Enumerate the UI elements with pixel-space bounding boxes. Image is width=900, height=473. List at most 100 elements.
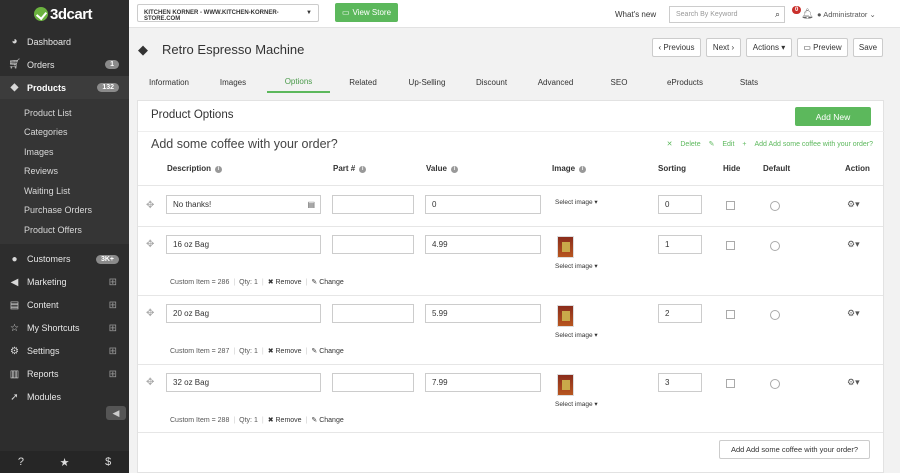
- gear-icon[interactable]: ⚙▾: [847, 199, 860, 210]
- sidebar-item-orders[interactable]: 🛒︎ Orders 1: [0, 53, 129, 76]
- select-image-dropdown[interactable]: Select image ▾: [555, 400, 598, 408]
- gear-icon[interactable]: ⚙▾: [847, 377, 860, 388]
- add-option-item-button[interactable]: Add Add some coffee with your order?: [719, 440, 870, 459]
- whats-new-link[interactable]: What's new: [615, 10, 656, 19]
- part-input[interactable]: [332, 373, 414, 392]
- delete-group-link[interactable]: ✕ Delete: [667, 141, 701, 148]
- editor-icon[interactable]: ▤: [307, 200, 315, 209]
- description-input[interactable]: 16 oz Bag: [166, 235, 321, 254]
- product-thumbnail[interactable]: [557, 374, 574, 396]
- part-input[interactable]: [332, 195, 414, 214]
- sorting-input[interactable]: 1: [658, 235, 702, 254]
- store-select[interactable]: KITCHEN KORNER - WWW.KITCHEN-KORNER-STOR…: [137, 4, 319, 22]
- remove-link[interactable]: ✖ Remove: [268, 279, 302, 286]
- tab-eproducts[interactable]: eProducts: [655, 71, 715, 93]
- sorting-input[interactable]: 3: [658, 373, 702, 392]
- previous-button[interactable]: ‹ Previous: [652, 38, 701, 57]
- dollar-icon[interactable]: $: [105, 456, 111, 468]
- remove-link[interactable]: ✖ Remove: [268, 417, 302, 424]
- info-icon[interactable]: i: [450, 166, 458, 173]
- expand-icon[interactable]: ⊞: [109, 369, 117, 380]
- description-input[interactable]: 20 oz Bag: [166, 304, 321, 323]
- change-link[interactable]: ✎ Change: [311, 279, 343, 286]
- sidebar-item-marketing[interactable]: ◀ Marketing ⊞: [0, 271, 129, 294]
- save-button[interactable]: Save: [853, 38, 883, 57]
- admin-menu[interactable]: ● Administrator ⌄: [817, 10, 876, 19]
- hide-checkbox[interactable]: [726, 241, 735, 250]
- add-item-link[interactable]: + Add Add some coffee with your order?: [742, 141, 873, 148]
- expand-icon[interactable]: ⊞: [109, 300, 117, 311]
- sub-item-product-list[interactable]: Product List: [0, 103, 129, 123]
- drag-handle-icon[interactable]: ✥: [146, 308, 154, 319]
- default-radio[interactable]: [770, 241, 780, 251]
- hide-checkbox[interactable]: [726, 310, 735, 319]
- select-image-dropdown[interactable]: Select image ▾: [555, 262, 598, 270]
- sidebar-item-products[interactable]: ◆ Products 132: [0, 76, 129, 99]
- part-input[interactable]: [332, 304, 414, 323]
- search-input[interactable]: Search By Keyword ⌕: [669, 6, 785, 23]
- sub-item-reviews[interactable]: Reviews: [0, 162, 129, 182]
- description-input[interactable]: No thanks! ▤: [166, 195, 321, 214]
- search-icon[interactable]: ⌕: [775, 9, 780, 20]
- select-image-dropdown[interactable]: Select image ▾: [555, 198, 598, 206]
- logo[interactable]: 3dcart: [0, 0, 129, 28]
- expand-icon[interactable]: ⊞: [109, 323, 117, 334]
- sub-item-categories[interactable]: Categories: [0, 123, 129, 143]
- tab-related[interactable]: Related: [337, 71, 389, 93]
- drag-handle-icon[interactable]: ✥: [146, 377, 154, 388]
- tab-information[interactable]: Information: [139, 71, 199, 93]
- hide-checkbox[interactable]: [726, 201, 735, 210]
- tab-up-selling[interactable]: Up-Selling: [397, 71, 457, 93]
- drag-handle-icon[interactable]: ✥: [146, 239, 154, 250]
- sidebar-item-customers[interactable]: ● Customers 3K+: [0, 248, 129, 271]
- part-input[interactable]: [332, 235, 414, 254]
- help-icon[interactable]: ?: [18, 456, 24, 468]
- sorting-input[interactable]: 2: [658, 304, 702, 323]
- next-button[interactable]: Next ›: [706, 38, 741, 57]
- info-icon[interactable]: i: [215, 166, 223, 173]
- sidebar-item-settings[interactable]: ⚙ Settings ⊞: [0, 340, 129, 363]
- tab-stats[interactable]: Stats: [724, 71, 774, 93]
- hide-checkbox[interactable]: [726, 379, 735, 388]
- tab-seo[interactable]: SEO: [594, 71, 644, 93]
- info-icon[interactable]: i: [359, 166, 367, 173]
- value-input[interactable]: 7.99: [425, 373, 541, 392]
- tab-advanced[interactable]: Advanced: [528, 71, 583, 93]
- sub-item-purchase-orders[interactable]: Purchase Orders: [0, 201, 129, 221]
- tab-images[interactable]: Images: [208, 71, 258, 93]
- sidebar-item-content[interactable]: ▤ Content ⊞: [0, 294, 129, 317]
- value-input[interactable]: 0: [425, 195, 541, 214]
- default-radio[interactable]: [770, 379, 780, 389]
- info-icon[interactable]: i: [579, 166, 587, 173]
- default-radio[interactable]: [770, 201, 780, 211]
- sidebar-item-my-shortcuts[interactable]: ☆ My Shortcuts ⊞: [0, 317, 129, 340]
- add-new-button[interactable]: Add New: [795, 107, 871, 126]
- remove-link[interactable]: ✖ Remove: [268, 348, 302, 355]
- gear-icon[interactable]: ⚙▾: [847, 308, 860, 319]
- actions-button[interactable]: Actions ▾: [746, 38, 792, 57]
- collapse-sidebar-icon[interactable]: ◀: [106, 406, 126, 420]
- sidebar-item-reports[interactable]: ▥ Reports ⊞: [0, 363, 129, 386]
- change-link[interactable]: ✎ Change: [311, 348, 343, 355]
- gear-icon[interactable]: ⚙▾: [847, 239, 860, 250]
- sidebar-item-dashboard[interactable]: ◕ Dashboard: [0, 30, 129, 53]
- tab-options[interactable]: Options: [267, 71, 330, 93]
- star-icon[interactable]: ★: [60, 456, 70, 469]
- value-input[interactable]: 5.99: [425, 304, 541, 323]
- bell-icon[interactable]: 🔔︎: [801, 9, 814, 20]
- sorting-input[interactable]: 0: [658, 195, 702, 214]
- expand-icon[interactable]: ⊞: [109, 277, 117, 288]
- preview-button[interactable]: ▭ Preview: [797, 38, 848, 57]
- expand-icon[interactable]: ⊞: [109, 346, 117, 357]
- product-thumbnail[interactable]: [557, 236, 574, 258]
- tab-discount[interactable]: Discount: [464, 71, 519, 93]
- sub-item-waiting-list[interactable]: Waiting List: [0, 181, 129, 201]
- view-store-button[interactable]: ▭ View Store: [335, 3, 398, 22]
- sub-item-images[interactable]: Images: [0, 142, 129, 162]
- edit-group-link[interactable]: ✎ Edit: [709, 141, 735, 148]
- sub-item-product-offers[interactable]: Product Offers: [0, 220, 129, 240]
- value-input[interactable]: 4.99: [425, 235, 541, 254]
- drag-handle-icon[interactable]: ✥: [146, 200, 154, 211]
- product-thumbnail[interactable]: [557, 305, 574, 327]
- description-input[interactable]: 32 oz Bag: [166, 373, 321, 392]
